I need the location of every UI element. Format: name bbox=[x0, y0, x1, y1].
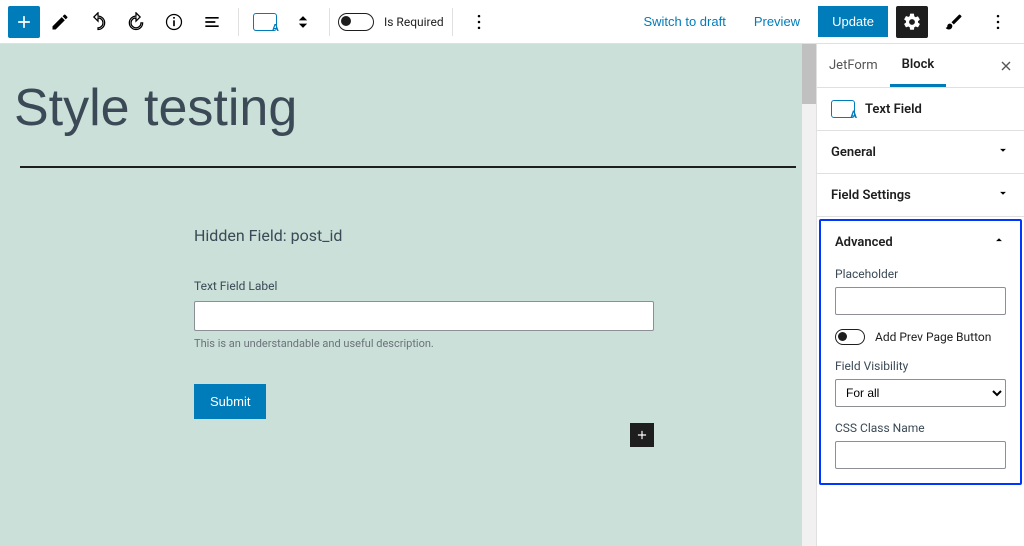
toolbar-right: Switch to draft Preview Update bbox=[633, 4, 1016, 40]
block-more-button[interactable] bbox=[461, 4, 497, 40]
gear-icon bbox=[902, 12, 922, 32]
info-button[interactable] bbox=[156, 4, 192, 40]
chevron-up-icon bbox=[992, 233, 1006, 251]
css-class-field: CSS Class Name bbox=[835, 421, 1006, 469]
text-field-label: Text Field Label bbox=[194, 279, 654, 293]
preview-button[interactable]: Preview bbox=[744, 8, 810, 35]
submit-button[interactable]: Submit bbox=[194, 384, 266, 419]
sidebar-tabs: JetForm Block bbox=[817, 44, 1024, 88]
top-more-button[interactable] bbox=[980, 4, 1016, 40]
pencil-icon bbox=[50, 12, 70, 32]
panel-general-head[interactable]: General bbox=[817, 131, 1024, 173]
tab-block[interactable]: Block bbox=[890, 44, 947, 87]
placeholder-label: Placeholder bbox=[835, 267, 1006, 281]
edit-button[interactable] bbox=[42, 4, 78, 40]
form-preview: Hidden Field: post_id Text Field Label T… bbox=[194, 226, 654, 419]
toolbar-separator bbox=[238, 8, 239, 36]
add-prev-toggle[interactable] bbox=[835, 329, 865, 345]
plus-icon bbox=[14, 12, 34, 32]
plus-icon bbox=[635, 428, 649, 442]
placeholder-input[interactable] bbox=[835, 287, 1006, 315]
sidebar-close-button[interactable] bbox=[988, 44, 1024, 87]
visibility-select[interactable]: For all bbox=[835, 379, 1006, 407]
canvas-scrollbar[interactable] bbox=[802, 44, 816, 546]
add-prev-label: Add Prev Page Button bbox=[875, 330, 991, 344]
redo-button[interactable] bbox=[118, 4, 154, 40]
list-icon bbox=[202, 12, 222, 32]
settings-sidebar: JetForm Block Text Field General Field S… bbox=[816, 44, 1024, 546]
tab-jetform[interactable]: JetForm bbox=[817, 44, 890, 87]
workspace: Style testing Hidden Field: post_id Text… bbox=[0, 44, 1024, 546]
text-field-icon bbox=[253, 13, 277, 31]
more-vertical-icon bbox=[988, 12, 1008, 32]
brush-icon bbox=[944, 12, 964, 32]
move-button[interactable] bbox=[285, 4, 321, 40]
outline-button[interactable] bbox=[194, 4, 230, 40]
panel-field-settings-head[interactable]: Field Settings bbox=[817, 174, 1024, 216]
css-class-input[interactable] bbox=[835, 441, 1006, 469]
editor-canvas[interactable]: Style testing Hidden Field: post_id Text… bbox=[0, 44, 816, 546]
toolbar-left: Is Required bbox=[8, 4, 497, 40]
scrollbar-thumb[interactable] bbox=[802, 44, 816, 104]
chevron-updown-icon bbox=[293, 12, 313, 32]
block-identity: Text Field bbox=[817, 88, 1024, 131]
chevron-down-icon bbox=[996, 186, 1010, 204]
is-required-toggle[interactable] bbox=[338, 13, 374, 31]
chevron-down-icon bbox=[996, 143, 1010, 161]
redo-icon bbox=[126, 12, 146, 32]
top-toolbar: Is Required Switch to draft Preview Upda… bbox=[0, 0, 1024, 44]
add-prev-row: Add Prev Page Button bbox=[835, 329, 1006, 345]
placeholder-field: Placeholder bbox=[835, 267, 1006, 315]
jetstyle-button[interactable] bbox=[936, 4, 972, 40]
info-icon bbox=[164, 12, 184, 32]
page-title[interactable]: Style testing bbox=[14, 78, 796, 138]
undo-button[interactable] bbox=[80, 4, 116, 40]
panel-advanced-head[interactable]: Advanced bbox=[821, 221, 1020, 263]
title-separator bbox=[20, 166, 796, 168]
undo-icon bbox=[88, 12, 108, 32]
block-name-label: Text Field bbox=[865, 102, 922, 117]
toolbar-separator-2 bbox=[329, 8, 330, 36]
panel-advanced-label: Advanced bbox=[835, 235, 893, 250]
hidden-field-block[interactable]: Hidden Field: post_id bbox=[194, 226, 654, 245]
panel-general-label: General bbox=[831, 145, 876, 160]
block-type-button[interactable] bbox=[247, 4, 283, 40]
css-class-label: CSS Class Name bbox=[835, 421, 1006, 435]
panel-general: General bbox=[817, 131, 1024, 174]
text-field-icon bbox=[831, 100, 855, 118]
add-block-inline-button[interactable] bbox=[630, 423, 654, 447]
settings-button[interactable] bbox=[896, 6, 928, 38]
more-vertical-icon bbox=[469, 12, 489, 32]
visibility-label: Field Visibility bbox=[835, 359, 1006, 373]
text-field-description: This is an understandable and useful des… bbox=[194, 337, 654, 350]
panel-advanced-body: Placeholder Add Prev Page Button Field V… bbox=[821, 263, 1020, 483]
toolbar-separator-3 bbox=[452, 8, 453, 36]
panel-field-settings-label: Field Settings bbox=[831, 188, 911, 203]
text-field-input[interactable] bbox=[194, 301, 654, 331]
is-required-label: Is Required bbox=[384, 15, 444, 29]
switch-to-draft-button[interactable]: Switch to draft bbox=[633, 8, 735, 35]
visibility-field: Field Visibility For all bbox=[835, 359, 1006, 407]
update-button[interactable]: Update bbox=[818, 6, 888, 37]
panel-advanced: Advanced Placeholder Add Prev Page Butto… bbox=[819, 219, 1022, 485]
add-block-button[interactable] bbox=[8, 6, 40, 38]
close-icon bbox=[998, 58, 1014, 74]
panel-field-settings: Field Settings bbox=[817, 174, 1024, 217]
